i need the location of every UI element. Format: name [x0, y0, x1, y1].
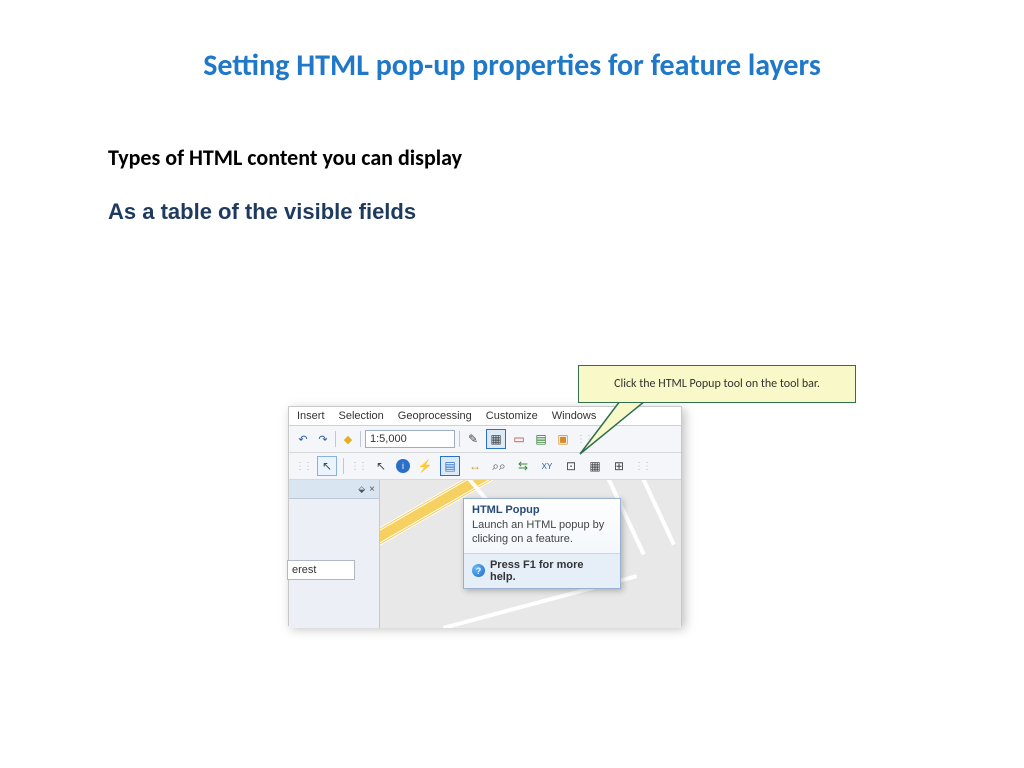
- slide-title: Setting HTML pop-up properties for featu…: [162, 0, 862, 84]
- toolbar-grip[interactable]: ⋮⋮: [295, 461, 311, 472]
- select-elements-icon[interactable]: ↖: [317, 456, 337, 476]
- find-route-icon[interactable]: ⇆: [514, 457, 532, 475]
- undo-icon[interactable]: ↶: [295, 431, 311, 447]
- table-icon[interactable]: ▦: [586, 457, 604, 475]
- toc-panel: ⬙ × erest: [289, 480, 380, 628]
- callout-text: Click the HTML Popup tool on the tool ba…: [614, 377, 820, 391]
- find-icon[interactable]: ⌕⌕: [490, 457, 508, 475]
- separator: [360, 431, 361, 447]
- scale-input[interactable]: 1:5,000: [365, 430, 455, 448]
- goto-xy-icon[interactable]: XY: [538, 457, 556, 475]
- hyperlink-icon[interactable]: ⚡: [416, 457, 434, 475]
- search-icon[interactable]: ▤: [532, 430, 550, 448]
- section-heading: As a table of the visible fields: [108, 199, 1024, 225]
- help-icon: ?: [472, 564, 485, 577]
- tooltip-body: Launch an HTML popup by clicking on a fe…: [464, 518, 620, 553]
- catalog-icon[interactable]: ▭: [510, 430, 528, 448]
- pointer-icon[interactable]: ↖: [372, 457, 390, 475]
- html-popup-icon[interactable]: ▤: [440, 456, 460, 476]
- toc-header: ⬙ ×: [289, 480, 379, 499]
- menu-insert[interactable]: Insert: [297, 410, 325, 422]
- pin-icon[interactable]: ⬙: [358, 484, 365, 495]
- menu-customize[interactable]: Customize: [486, 410, 538, 422]
- time-slider-icon[interactable]: ⊡: [562, 457, 580, 475]
- callout-box: Click the HTML Popup tool on the tool ba…: [578, 365, 856, 403]
- separator: [459, 431, 460, 447]
- add-data-icon[interactable]: ◆: [340, 431, 356, 447]
- separator: [335, 431, 336, 447]
- toolbox-icon[interactable]: ▦: [486, 429, 506, 449]
- close-icon[interactable]: ×: [369, 484, 375, 495]
- measure-icon[interactable]: ↔: [466, 457, 484, 475]
- toolbar-grip[interactable]: ⋮⋮: [634, 461, 650, 472]
- callout-tail: [565, 399, 645, 459]
- identify-icon[interactable]: i: [396, 459, 410, 473]
- slide-subtitle: Types of HTML content you can display: [108, 144, 1024, 171]
- layer-item[interactable]: erest: [287, 560, 355, 580]
- editor-icon[interactable]: ✎: [464, 430, 482, 448]
- tooltip-footer: ? Press F1 for more help.: [464, 553, 620, 588]
- menu-geoprocessing[interactable]: Geoprocessing: [398, 410, 472, 422]
- html-popup-tooltip: HTML Popup Launch an HTML popup by click…: [463, 498, 621, 589]
- viewer-icon[interactable]: ⊞: [610, 457, 628, 475]
- toolbar-grip[interactable]: ⋮⋮: [350, 461, 366, 472]
- menu-selection[interactable]: Selection: [339, 410, 384, 422]
- separator: [343, 458, 344, 474]
- redo-icon[interactable]: ↷: [315, 431, 331, 447]
- tooltip-title: HTML Popup: [464, 499, 620, 518]
- tooltip-footer-text: Press F1 for more help.: [490, 559, 612, 583]
